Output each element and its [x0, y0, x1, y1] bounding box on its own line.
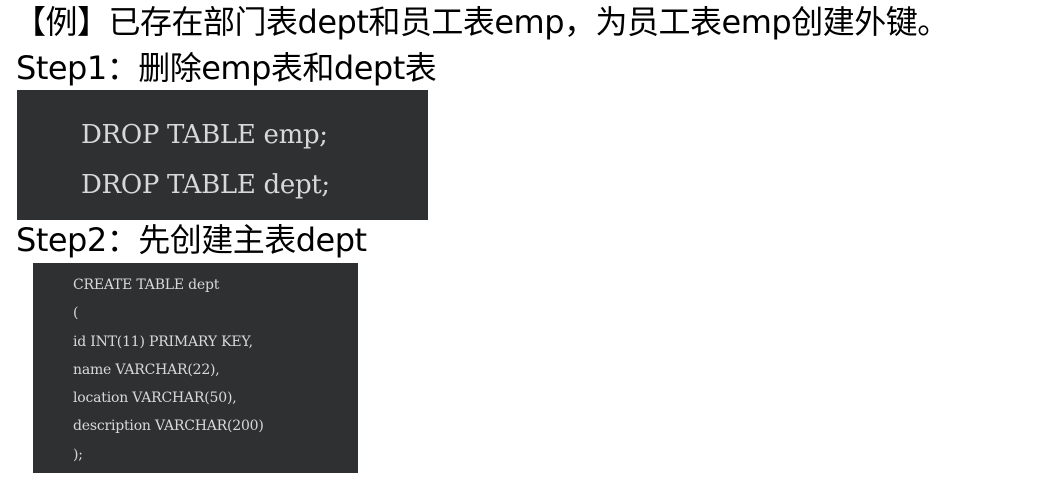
code-line: );: [73, 446, 83, 463]
code-line: CREATE TABLE dept: [73, 277, 220, 293]
code-line: location VARCHAR(50),: [73, 390, 237, 407]
step1-code-block: DROP TABLE emp; DROP TABLE dept;: [17, 90, 428, 220]
code-line: (: [73, 305, 79, 322]
step2-code-block: CREATE TABLE dept ( id INT(11) PRIMARY K…: [33, 263, 358, 473]
code-line: description VARCHAR(200): [73, 418, 264, 435]
code-line: id INT(11) PRIMARY KEY,: [73, 333, 253, 350]
page-title: 【例】已存在部门表dept和员工表emp，为员工表emp创建外键。: [14, 3, 949, 41]
step1-heading: Step1：删除emp表和dept表: [16, 49, 437, 87]
code-line: DROP TABLE emp;: [81, 120, 328, 150]
step2-heading: Step2：先创建主表dept: [16, 221, 367, 259]
code-line: name VARCHAR(22),: [73, 361, 220, 378]
code-line: DROP TABLE dept;: [81, 170, 330, 200]
